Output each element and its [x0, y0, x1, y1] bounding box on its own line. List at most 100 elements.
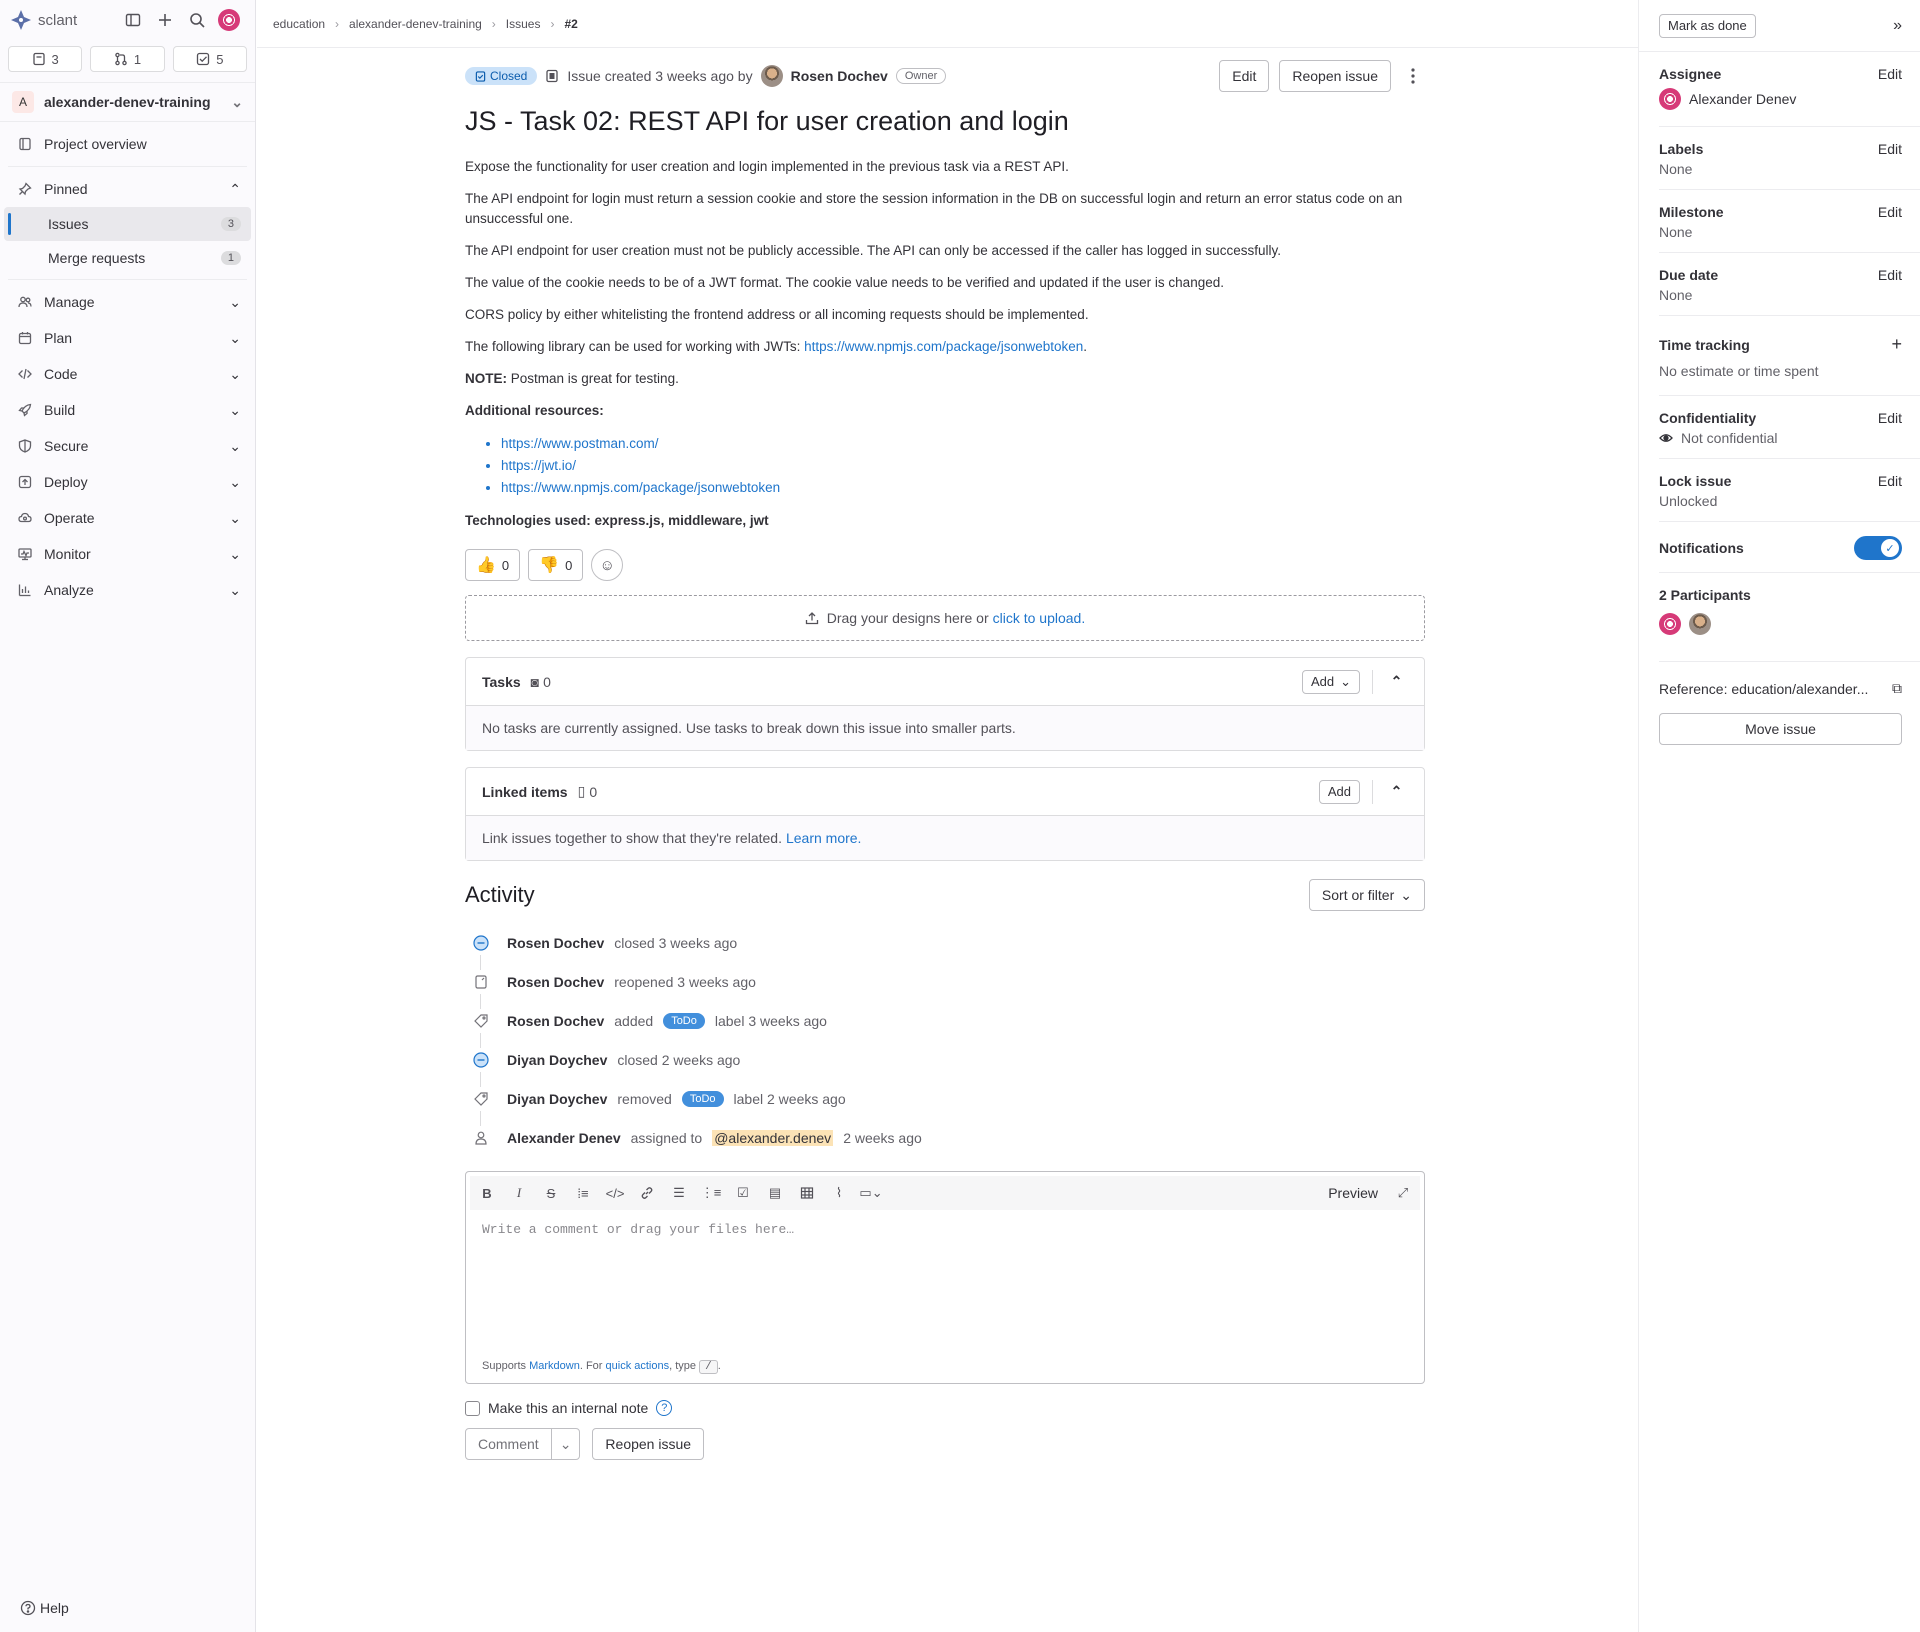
internal-note-checkbox[interactable]	[465, 1400, 480, 1416]
sidebar-toggle-icon[interactable]	[117, 4, 149, 36]
event-user[interactable]: Diyan Doychev	[507, 1052, 607, 1068]
sidebar-item-analyze[interactable]: Analyze ⌄	[0, 572, 255, 608]
bullet-list-icon[interactable]: ☰	[670, 1184, 688, 1202]
sidebar-section-pinned[interactable]: Pinned ⌃	[0, 171, 255, 207]
sidebar-item-secure[interactable]: Secure ⌄	[0, 428, 255, 464]
sort-filter-dropdown[interactable]: Sort or filter ⌄	[1308, 879, 1425, 911]
edit-button[interactable]: Edit	[1219, 60, 1270, 92]
search-icon[interactable]	[181, 4, 213, 36]
todo-label-chip[interactable]: ToDo	[681, 1090, 724, 1107]
add-reaction-button[interactable]: ☺	[591, 549, 624, 581]
attachment-icon[interactable]: ⌇	[830, 1184, 848, 1202]
sidebar-item-code[interactable]: Code ⌄	[0, 356, 255, 392]
quick-actions-link[interactable]: quick actions	[606, 1360, 670, 1372]
postman-link[interactable]: https://www.postman.com/	[501, 436, 659, 451]
reopen-issue-bottom-button[interactable]: Reopen issue	[592, 1428, 705, 1460]
thumbs-down-button[interactable]: 👎 0	[528, 549, 584, 581]
notifications-toggle[interactable]	[1854, 536, 1902, 560]
jsonwebtoken-link[interactable]: https://www.npmjs.com/package/jsonwebtok…	[501, 480, 780, 495]
mr-count-badge: 1	[220, 251, 241, 265]
jwt-library-link[interactable]: https://www.npmjs.com/package/jsonwebtok…	[804, 339, 1083, 354]
fullscreen-icon[interactable]: ⤢	[1394, 1184, 1412, 1202]
collapse-sidebar-icon[interactable]: »	[1893, 17, 1902, 35]
edit-confidentiality-button[interactable]: Edit	[1878, 410, 1902, 426]
sidebar-item-merge-requests[interactable]: Merge requests 1	[4, 241, 251, 275]
jwt-io-link[interactable]: https://jwt.io/	[501, 458, 576, 473]
reopen-issue-button[interactable]: Reopen issue	[1279, 60, 1391, 92]
copy-icon[interactable]: ⧉	[1892, 680, 1902, 697]
comment-template-icon[interactable]: ▭⌄	[859, 1184, 882, 1202]
assignee-avatar[interactable]	[1659, 88, 1681, 110]
author-name[interactable]: Rosen Dochev	[791, 68, 888, 84]
italic-icon[interactable]: I	[510, 1184, 528, 1202]
sidebar-item-plan[interactable]: Plan ⌄	[0, 320, 255, 356]
user-avatar[interactable]	[213, 4, 245, 36]
author-avatar[interactable]	[760, 65, 783, 87]
event-user[interactable]: Rosen Dochev	[507, 935, 604, 951]
upload-link[interactable]: click to upload.	[993, 610, 1086, 626]
edit-lock-button[interactable]: Edit	[1878, 473, 1902, 489]
list-item: Rosen Dochev reopened 3 weeks ago	[465, 962, 1425, 1001]
move-issue-button[interactable]: Move issue	[1659, 713, 1902, 745]
strikethrough-icon[interactable]: S	[542, 1184, 560, 1202]
sidebar-item-monitor[interactable]: Monitor ⌄	[0, 536, 255, 572]
task-list-icon[interactable]: ☑	[734, 1184, 752, 1202]
sidebar-item-deploy[interactable]: Deploy ⌄	[0, 464, 255, 500]
add-time-icon[interactable]: +	[1891, 334, 1902, 355]
sidebar-item-manage[interactable]: Manage ⌄	[0, 284, 255, 320]
bold-icon[interactable]: B	[478, 1184, 496, 1202]
assignee-name[interactable]: Alexander Denev	[1689, 91, 1796, 107]
help-icon[interactable]: ?	[656, 1400, 673, 1416]
mark-as-done-button[interactable]: Mark as done	[1659, 13, 1756, 38]
award-emoji-bar: 👍 0 👎 0 ☺	[465, 549, 1425, 581]
assigned-issues-count[interactable]: 3	[8, 46, 83, 72]
edit-milestone-button[interactable]: Edit	[1878, 204, 1902, 220]
project-switcher[interactable]: A alexander-denev-training ⌄	[0, 82, 255, 122]
design-dropzone[interactable]: Drag your designs here or click to uploa…	[465, 595, 1425, 641]
edit-labels-button[interactable]: Edit	[1878, 141, 1902, 157]
breadcrumb-group[interactable]: education	[273, 17, 325, 31]
chevron-up-icon[interactable]: ⌃	[1372, 779, 1408, 804]
user-mention[interactable]: @alexander.denev	[712, 1129, 834, 1146]
markdown-link[interactable]: Markdown	[529, 1360, 580, 1372]
link-icon[interactable]	[638, 1184, 656, 1202]
sidebar-item-project-overview[interactable]: Project overview	[0, 126, 255, 162]
todo-label-chip[interactable]: ToDo	[663, 1012, 705, 1029]
event-user[interactable]: Alexander Denev	[507, 1130, 621, 1146]
chevron-down-icon[interactable]: ⌄	[550, 1429, 580, 1459]
sidebar-item-operate[interactable]: Operate ⌄	[0, 500, 255, 536]
chevron-up-icon[interactable]: ⌃	[1372, 669, 1408, 694]
sidebar-item-issues[interactable]: Issues 3	[4, 207, 251, 241]
add-linked-item-button[interactable]: Add	[1318, 779, 1360, 804]
help-link[interactable]: Help	[20, 1600, 69, 1616]
event-user[interactable]: Rosen Dochev	[507, 1013, 604, 1029]
event-user[interactable]: Diyan Doychev	[507, 1091, 607, 1107]
comment-button[interactable]: Comment	[466, 1429, 551, 1459]
todos-count[interactable]: 5	[172, 46, 247, 72]
breadcrumb-project[interactable]: alexander-denev-training	[349, 17, 482, 31]
code-icon[interactable]: </>	[606, 1184, 625, 1202]
sidebar-item-build[interactable]: Build ⌄	[0, 392, 255, 428]
quote-icon[interactable]: ⁞≡	[574, 1184, 592, 1202]
participant-avatar[interactable]	[1689, 613, 1711, 635]
edit-due-date-button[interactable]: Edit	[1878, 267, 1902, 283]
collapsible-section-icon[interactable]: ▤	[766, 1184, 784, 1202]
breadcrumb-current[interactable]: #2	[564, 17, 577, 31]
add-task-button[interactable]: Add ⌄	[1301, 669, 1360, 694]
more-actions-icon[interactable]	[1401, 60, 1425, 92]
breadcrumb-issues[interactable]: Issues	[506, 17, 541, 31]
preview-toggle[interactable]: Preview	[1328, 1185, 1378, 1201]
comment-textarea[interactable]	[466, 1214, 1424, 1344]
table-icon[interactable]	[798, 1184, 816, 1202]
edit-assignee-button[interactable]: Edit	[1878, 66, 1902, 82]
internal-note-label[interactable]: Make this an internal note	[488, 1400, 648, 1416]
numbered-list-icon[interactable]: ⋮≡	[701, 1184, 722, 1202]
create-new-icon[interactable]	[149, 4, 181, 36]
merge-requests-count[interactable]: 1	[90, 46, 165, 72]
thumbs-up-button[interactable]: 👍 0	[465, 549, 521, 581]
brand-logo[interactable]: sclant	[10, 9, 77, 31]
learn-more-link[interactable]: Learn more.	[786, 830, 861, 846]
event-user[interactable]: Rosen Dochev	[507, 974, 604, 990]
technologies-paragraph: Technologies used: express.js, middlewar…	[465, 511, 1425, 531]
participant-avatar[interactable]	[1659, 613, 1681, 635]
